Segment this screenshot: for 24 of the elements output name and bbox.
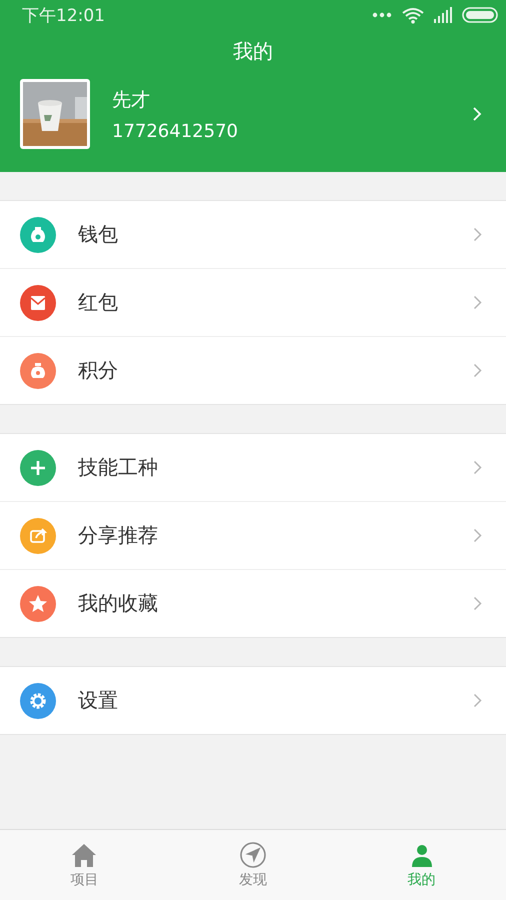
menu-item[interactable]: 技能工种 xyxy=(0,434,506,502)
status-time: 下午12:01 xyxy=(22,4,105,26)
chevron-icon xyxy=(472,106,482,122)
chevron-icon xyxy=(473,596,482,611)
chevron-icon xyxy=(473,693,482,708)
chevron-icon xyxy=(473,363,482,378)
menu-item[interactable]: 分享推荐 xyxy=(0,502,506,570)
chevron-icon xyxy=(473,460,482,475)
menu-item[interactable]: 设置 xyxy=(0,667,506,734)
user-name: 先才 xyxy=(112,88,150,112)
home-icon xyxy=(70,841,98,869)
menu-item[interactable]: 积分 xyxy=(0,337,506,404)
chevron-icon xyxy=(473,528,482,543)
phone-number: 17726412570 xyxy=(112,120,238,142)
menu-item[interactable]: 我的收藏 xyxy=(0,570,506,637)
menu-item[interactable]: 红包 xyxy=(0,269,506,337)
chevron-icon xyxy=(473,227,482,242)
menu-item[interactable]: 钱包 xyxy=(0,201,506,269)
page-title: 我的 xyxy=(233,38,273,65)
chevron-icon xyxy=(473,295,482,310)
more-dots-icon xyxy=(372,12,392,18)
wifi-icon xyxy=(402,6,424,24)
battery-icon xyxy=(462,7,498,23)
signal-icon xyxy=(434,7,452,23)
